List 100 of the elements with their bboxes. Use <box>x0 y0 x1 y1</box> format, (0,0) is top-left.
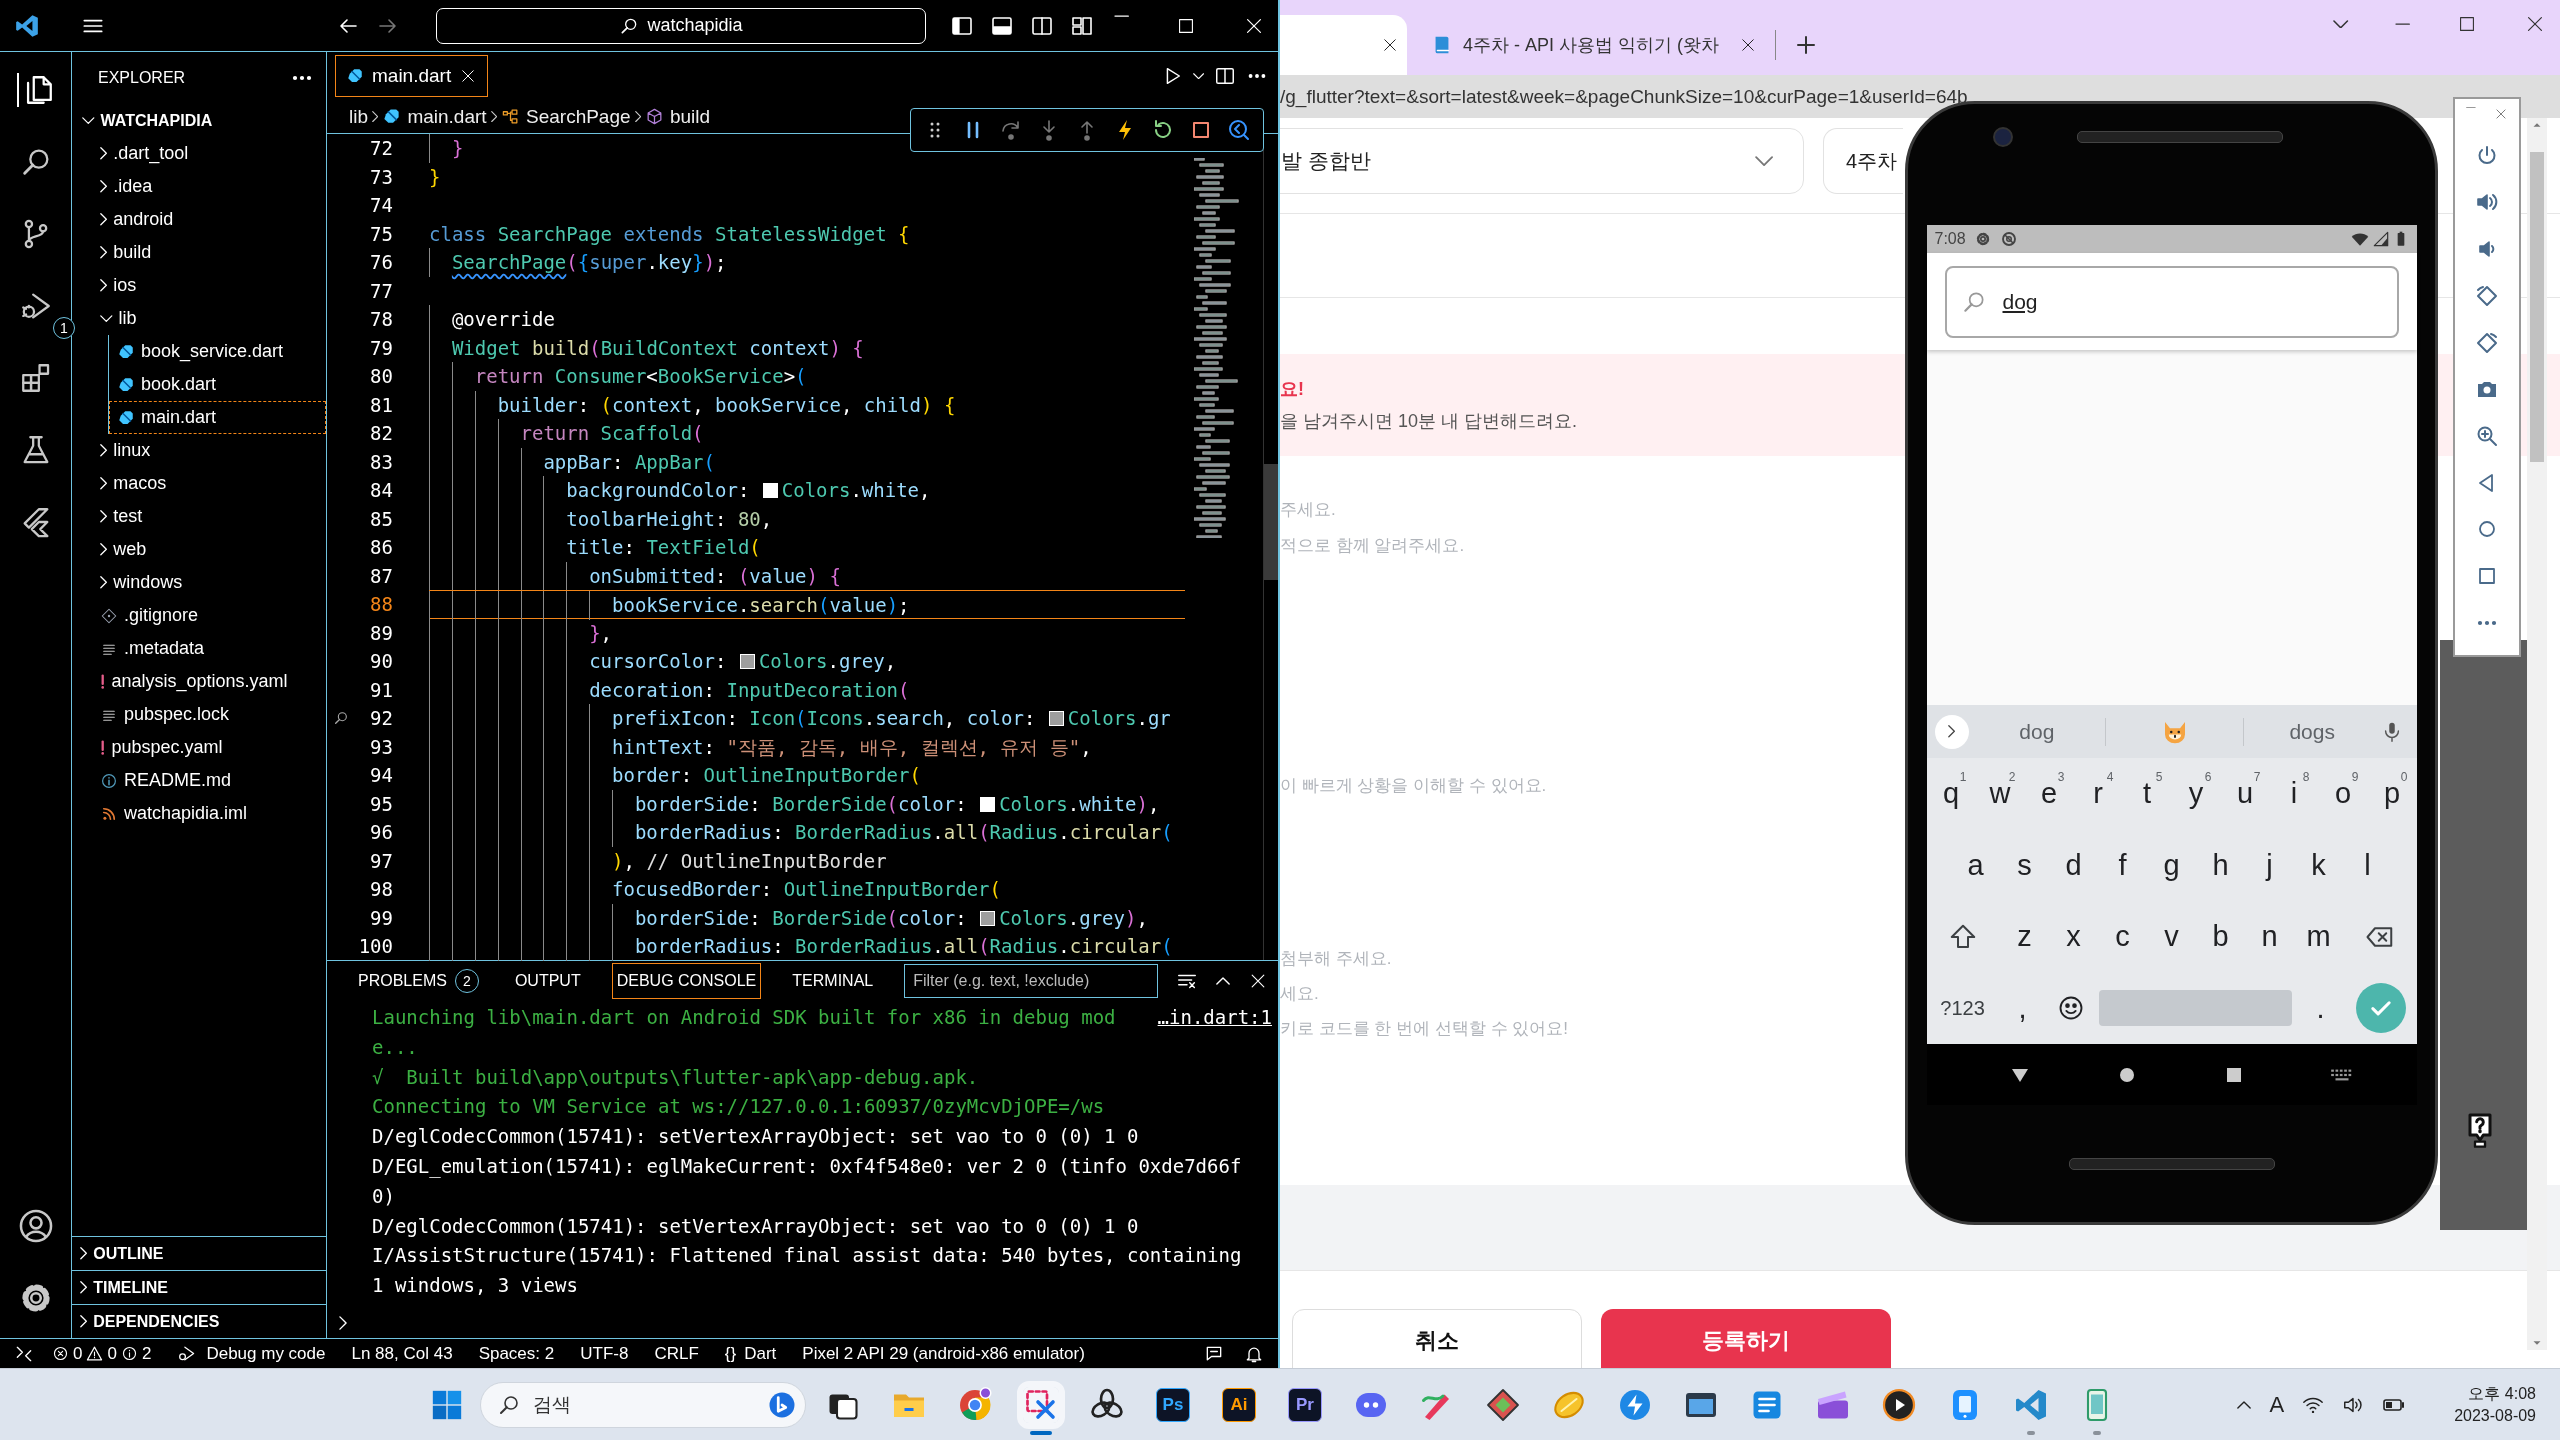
tree-item[interactable]: lib <box>72 302 326 335</box>
diamond-icon[interactable] <box>1485 1386 1521 1423</box>
clock-time[interactable]: 오후 4:08 <box>2468 1382 2536 1405</box>
problems-status[interactable]: 0 0 2 <box>52 1343 152 1364</box>
chevron-up-icon[interactable] <box>2237 1400 2252 1409</box>
suggestion[interactable]: dog <box>2019 719 2055 744</box>
console-line: D/EGL_emulation(15741): eglMakeCurrent: 0xf4f548e0: ver 2 0 (tinfo 0xde7d66f0) <box>372 1154 1242 1209</box>
keyboard-key[interactable]: a <box>1951 829 2000 901</box>
source-link[interactable]: …in.dart:1 <box>1157 1003 1272 1033</box>
panel-tab[interactable]: OUTPUT <box>509 963 586 999</box>
new-tab-icon[interactable] <box>1794 33 1818 57</box>
tree-item[interactable]: watchapidia.iml <box>72 797 326 830</box>
tree-item[interactable]: .idea <box>72 170 326 203</box>
filter-field[interactable]: Filter (e.g. text, !exclude) <box>904 964 1159 998</box>
tree-item[interactable]: pubspec.yaml <box>72 731 326 764</box>
command-center[interactable]: watchapidia <box>436 7 926 44</box>
chevron-down-icon[interactable] <box>2333 19 2349 29</box>
input-method-indicator[interactable]: A <box>2269 1391 2285 1418</box>
tree-item[interactable]: linux <box>72 434 326 467</box>
tree-item[interactable]: windows <box>72 566 326 599</box>
tree-item[interactable]: .metadata <box>72 632 326 665</box>
line-number: 90 <box>369 649 393 674</box>
tree-item[interactable]: macos <box>72 467 326 500</box>
keyboard-key[interactable]: b <box>2196 901 2245 973</box>
keyboard-key[interactable]: f <box>2098 829 2147 901</box>
close-icon[interactable] <box>1739 36 1757 54</box>
symbols-key[interactable]: ?123 <box>1926 972 1999 1044</box>
taskbar-search[interactable]: 검색 <box>480 1381 806 1428</box>
section-header[interactable]: DEPENDENCIES <box>72 1304 326 1338</box>
tree-item[interactable]: README.md <box>72 764 326 797</box>
keyboard-key[interactable]: c <box>2098 901 2147 973</box>
keyboard-key[interactable]: x <box>2049 901 2098 973</box>
app-tile[interactable]: Ps <box>1156 1387 1190 1422</box>
minimize-icon[interactable] <box>2394 22 2410 26</box>
tree-item[interactable]: web <box>72 533 326 566</box>
panel-tab[interactable]: TERMINAL <box>787 963 879 999</box>
close-icon[interactable] <box>1381 36 1399 54</box>
tree-item[interactable]: book.dart <box>109 368 326 401</box>
app-tile[interactable]: Ai <box>1222 1387 1256 1422</box>
tree-item[interactable]: ios <box>72 269 326 302</box>
search-field[interactable]: dog <box>1944 265 2399 338</box>
app-tile[interactable]: Pr <box>1288 1387 1322 1422</box>
status-item[interactable]: Spaces: 2 <box>478 1343 555 1364</box>
devtools-icon[interactable] <box>1227 118 1251 142</box>
rotate-right-icon[interactable] <box>2475 330 2499 355</box>
language-status[interactable]: {} Dart <box>724 1343 777 1364</box>
status-item[interactable]: Ln 88, Col 43 <box>351 1343 453 1364</box>
panel-tab[interactable]: PROBLEMS 2 <box>353 963 484 999</box>
files-icon[interactable] <box>16 73 55 107</box>
keyboard-key[interactable]: d <box>2049 829 2098 901</box>
keyboard-key[interactable]: v <box>2147 901 2196 973</box>
keyboard-key[interactable]: l <box>2343 829 2392 901</box>
keyboard-key[interactable]: g <box>2147 829 2196 901</box>
play-icon[interactable] <box>1881 1386 1917 1423</box>
tree-item[interactable]: .dart_tool <box>72 137 326 170</box>
tree-item[interactable]: .gitignore <box>72 599 326 632</box>
launch-status[interactable]: Debug my code <box>177 1343 326 1364</box>
editor-tab[interactable]: main.dart <box>335 55 489 97</box>
week-dropdown[interactable]: 4주차 <box>1823 128 1903 194</box>
tree-item[interactable]: build <box>72 236 326 269</box>
line-number: 75 <box>369 221 393 247</box>
section-header[interactable]: TIMELINE <box>72 1270 326 1304</box>
suggestion[interactable]: dogs <box>2289 719 2335 744</box>
cancel-button[interactable]: 취소 <box>1292 1309 1582 1368</box>
clock-date[interactable]: 2023-08-09 <box>2454 1404 2536 1427</box>
breadcrumb-item[interactable]: lib <box>349 105 368 128</box>
keyboard-key[interactable]: s <box>2000 829 2049 901</box>
breadcrumb-item[interactable]: SearchPage <box>501 105 631 128</box>
keyboard-key[interactable]: j <box>2245 829 2294 901</box>
breadcrumb-item[interactable]: main.dart <box>382 105 487 128</box>
keyboard-key[interactable]: n <box>2245 901 2294 973</box>
tree-item[interactable]: pubspec.lock <box>72 698 326 731</box>
section-header[interactable]: OUTLINE <box>72 1236 326 1270</box>
tree-item[interactable]: main.dart <box>109 401 326 434</box>
breadcrumb-item[interactable]: build <box>644 105 711 128</box>
rotate-left-icon[interactable] <box>2475 283 2499 308</box>
course-dropdown[interactable]: 발 종합반 <box>1280 128 1804 194</box>
keyboard-key[interactable]: , <box>1998 972 2047 1044</box>
submit-button[interactable]: 등록하기 <box>1601 1309 1891 1368</box>
tree-item[interactable]: analysis_options.yaml <box>72 665 326 698</box>
scrollbar-thumb[interactable] <box>1264 464 1278 580</box>
split-editor-icon[interactable] <box>1214 65 1236 87</box>
keyboard-key[interactable]: h <box>2196 829 2245 901</box>
keyboard-key[interactable]: z <box>2000 901 2049 973</box>
tree-item[interactable]: test <box>72 500 326 533</box>
device-status[interactable]: Pixel 2 API 29 (android-x86 emulator) <box>802 1343 1085 1364</box>
panel-tab[interactable]: DEBUG CONSOLE <box>611 963 762 999</box>
keyboard-key[interactable]: m <box>2294 901 2343 973</box>
scrollbar-thumb[interactable] <box>2530 152 2544 462</box>
browser-icon[interactable] <box>957 1386 993 1423</box>
keyboard-key[interactable]: . <box>2296 972 2345 1044</box>
keyboard-key[interactable]: k <box>2294 829 2343 901</box>
folder-header[interactable]: WATCHAPIDIA <box>72 104 326 137</box>
tree-item[interactable]: android <box>72 203 326 236</box>
status-item[interactable]: UTF-8 <box>580 1343 629 1364</box>
maximize-panel-icon[interactable] <box>1216 977 1231 985</box>
zoom-icon[interactable] <box>2475 424 2499 449</box>
status-item[interactable]: CRLF <box>654 1343 699 1364</box>
tree-item[interactable]: book_service.dart <box>109 335 326 368</box>
caret-icon[interactable] <box>1192 72 1204 80</box>
